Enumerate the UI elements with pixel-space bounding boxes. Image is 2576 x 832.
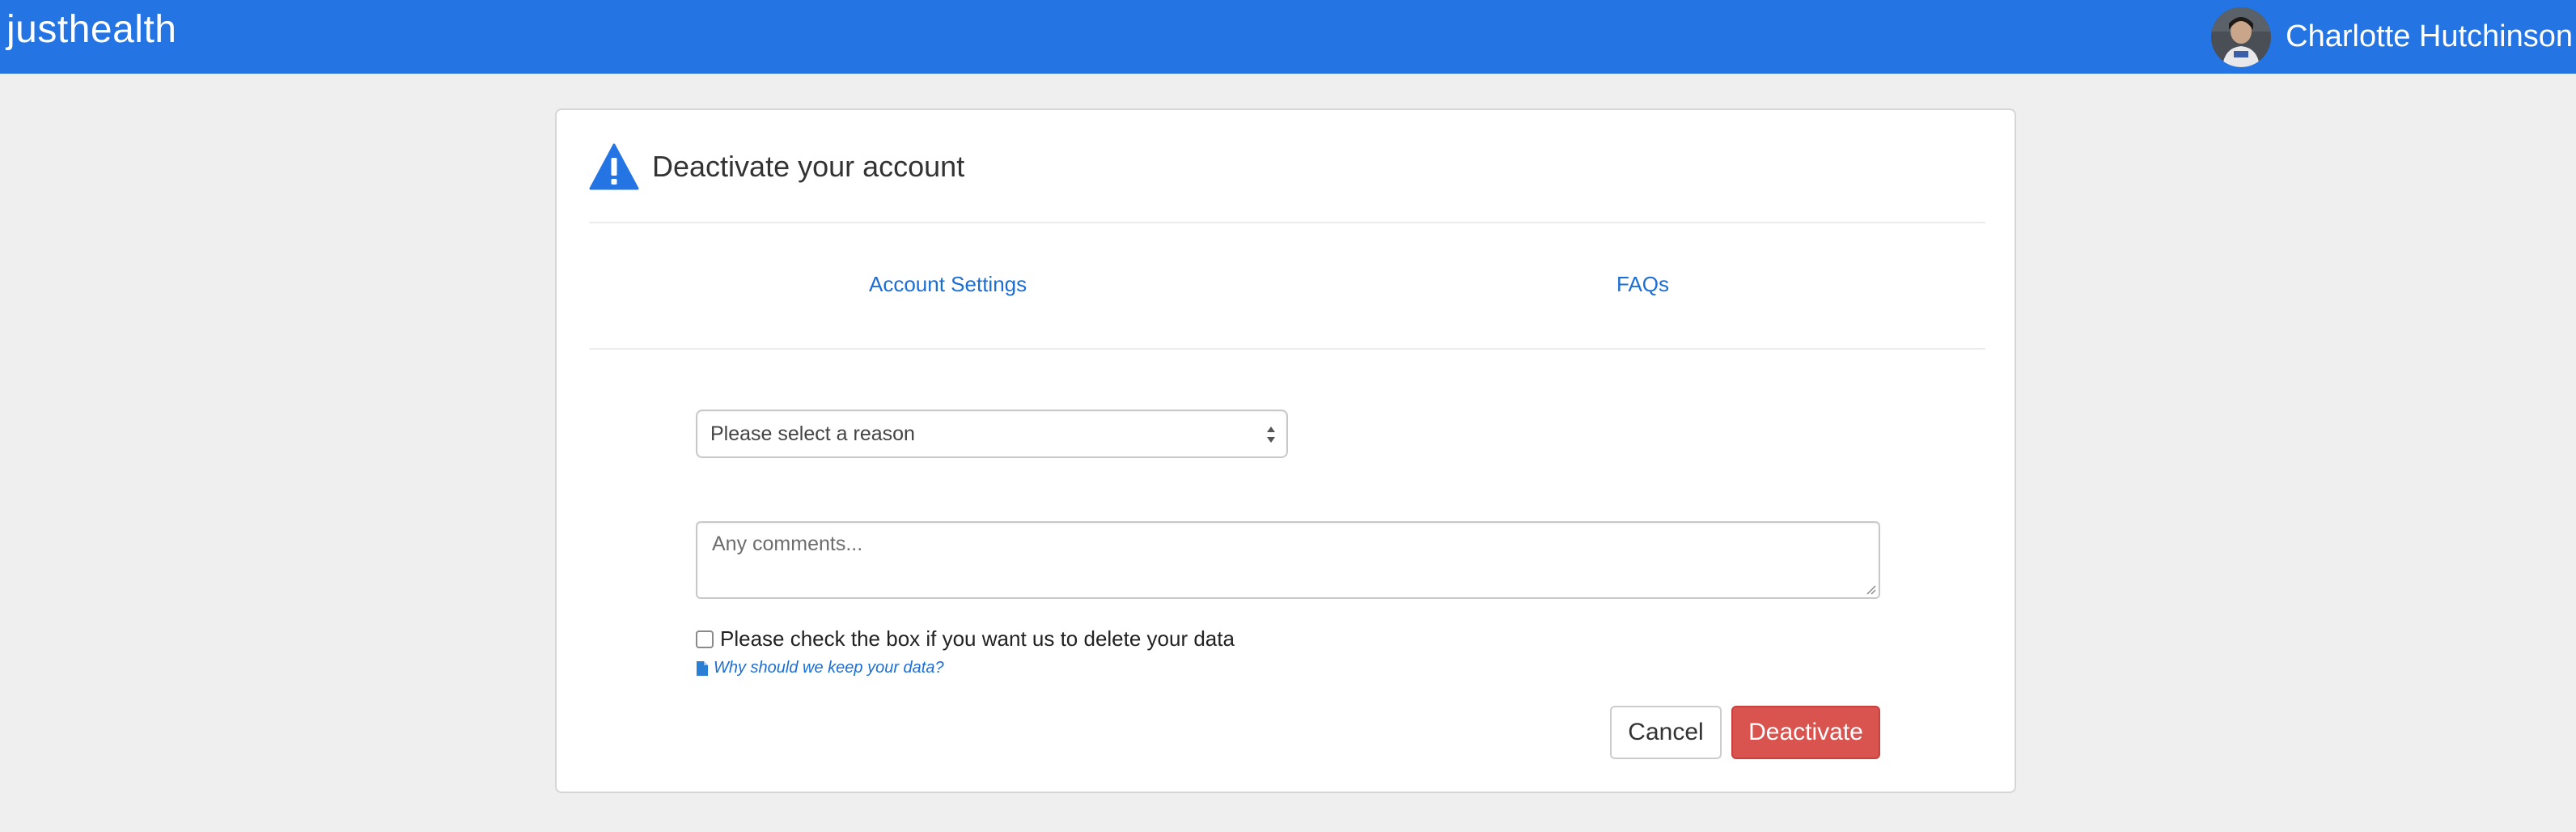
warning-triangle-icon	[589, 143, 639, 190]
why-keep-data-text[interactable]: Why should we keep your data?	[714, 659, 944, 677]
deactivate-panel: Deactivate your account Account Settings…	[555, 108, 2016, 793]
reason-select-value: Please select a reason	[710, 422, 915, 445]
avatar[interactable]	[2211, 6, 2272, 67]
document-icon	[697, 660, 708, 676]
tabs-divider	[589, 348, 1985, 350]
delete-data-option[interactable]: Please check the box if you want us to d…	[696, 626, 1235, 652]
cancel-button[interactable]: Cancel	[1610, 706, 1722, 759]
top-navbar: justhealth Charlotte Hutchinson	[0, 0, 2576, 74]
resize-handle-icon[interactable]	[1865, 584, 1876, 595]
header-divider	[589, 222, 1985, 223]
delete-data-checkbox[interactable]	[696, 630, 714, 648]
deactivate-button[interactable]: Deactivate	[1731, 706, 1880, 759]
tab-faqs[interactable]: FAQs	[1616, 272, 1669, 297]
panel-header: Deactivate your account	[589, 141, 964, 193]
why-keep-data-link[interactable]: Why should we keep your data?	[696, 659, 944, 677]
user-menu[interactable]: Charlotte Hutchinson	[2211, 0, 2576, 74]
page-title: Deactivate your account	[652, 150, 965, 183]
user-name[interactable]: Charlotte Hutchinson	[2286, 19, 2573, 54]
delete-data-label[interactable]: Please check the box if you want us to d…	[720, 626, 1235, 652]
tab-account-settings[interactable]: Account Settings	[869, 272, 1027, 297]
comments-textarea[interactable]: Any comments...	[696, 521, 1880, 599]
select-arrows-icon	[1267, 427, 1275, 443]
comments-placeholder: Any comments...	[712, 533, 863, 555]
brand-logo[interactable]: justhealth	[6, 9, 176, 51]
reason-select[interactable]: Please select a reason	[696, 410, 1288, 458]
